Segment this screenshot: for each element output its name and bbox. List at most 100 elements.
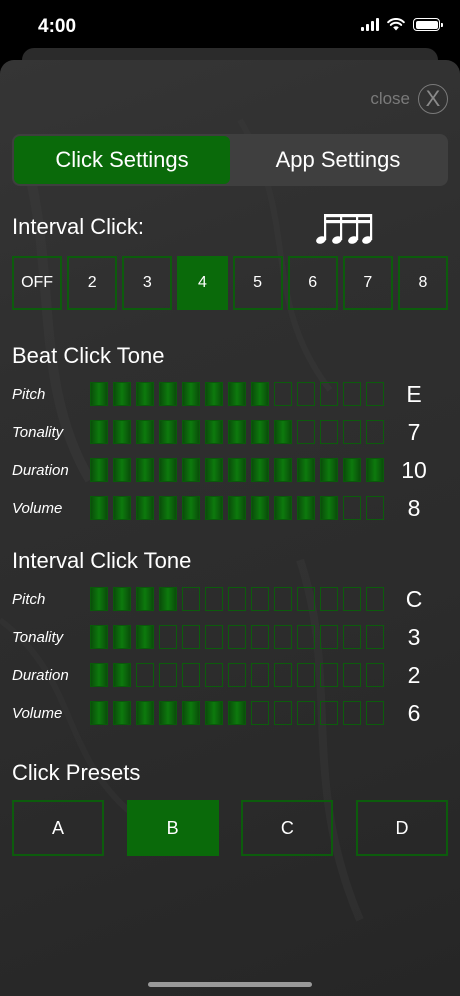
- level-segment[interactable]: [113, 382, 131, 406]
- pitch-slider[interactable]: [90, 382, 384, 406]
- level-segment[interactable]: [274, 701, 292, 725]
- pitch-slider[interactable]: [90, 587, 384, 611]
- preset-b-button[interactable]: B: [126, 800, 219, 856]
- level-segment[interactable]: [90, 701, 108, 725]
- level-segment[interactable]: [159, 663, 177, 687]
- duration-slider[interactable]: [90, 458, 384, 482]
- level-segment[interactable]: [320, 587, 338, 611]
- level-segment[interactable]: [251, 587, 269, 611]
- level-segment[interactable]: [320, 496, 338, 520]
- level-segment[interactable]: [113, 625, 131, 649]
- preset-a-button[interactable]: A: [12, 800, 104, 856]
- level-segment[interactable]: [90, 496, 108, 520]
- interval-option-4[interactable]: 4: [177, 256, 228, 310]
- level-segment[interactable]: [251, 458, 269, 482]
- level-segment[interactable]: [297, 458, 315, 482]
- level-segment[interactable]: [159, 701, 177, 725]
- level-segment[interactable]: [182, 458, 200, 482]
- level-segment[interactable]: [297, 420, 315, 444]
- level-segment[interactable]: [343, 420, 361, 444]
- level-segment[interactable]: [90, 663, 108, 687]
- level-segment[interactable]: [182, 420, 200, 444]
- level-segment[interactable]: [113, 458, 131, 482]
- level-segment[interactable]: [113, 496, 131, 520]
- level-segment[interactable]: [159, 458, 177, 482]
- interval-option-3[interactable]: 3: [122, 256, 173, 310]
- level-segment[interactable]: [90, 625, 108, 649]
- level-segment[interactable]: [366, 625, 384, 649]
- level-segment[interactable]: [113, 701, 131, 725]
- level-segment[interactable]: [366, 382, 384, 406]
- level-segment[interactable]: [366, 701, 384, 725]
- tab-app-settings[interactable]: App Settings: [230, 136, 446, 184]
- level-segment[interactable]: [136, 701, 154, 725]
- level-segment[interactable]: [297, 701, 315, 725]
- level-segment[interactable]: [205, 420, 223, 444]
- level-segment[interactable]: [182, 625, 200, 649]
- level-segment[interactable]: [205, 458, 223, 482]
- tonality-slider[interactable]: [90, 420, 384, 444]
- interval-option-off[interactable]: OFF: [12, 256, 63, 310]
- tab-click-settings[interactable]: Click Settings: [14, 136, 230, 184]
- level-segment[interactable]: [343, 701, 361, 725]
- level-segment[interactable]: [159, 420, 177, 444]
- level-segment[interactable]: [251, 420, 269, 444]
- level-segment[interactable]: [274, 382, 292, 406]
- level-segment[interactable]: [136, 496, 154, 520]
- level-segment[interactable]: [251, 382, 269, 406]
- preset-c-button[interactable]: C: [241, 800, 334, 856]
- level-segment[interactable]: [251, 663, 269, 687]
- level-segment[interactable]: [274, 663, 292, 687]
- level-segment[interactable]: [182, 382, 200, 406]
- level-segment[interactable]: [274, 587, 292, 611]
- level-segment[interactable]: [136, 625, 154, 649]
- level-segment[interactable]: [113, 420, 131, 444]
- level-segment[interactable]: [343, 382, 361, 406]
- level-segment[interactable]: [205, 587, 223, 611]
- level-segment[interactable]: [113, 587, 131, 611]
- level-segment[interactable]: [182, 496, 200, 520]
- level-segment[interactable]: [159, 587, 177, 611]
- level-segment[interactable]: [297, 625, 315, 649]
- level-segment[interactable]: [182, 663, 200, 687]
- interval-option-5[interactable]: 5: [232, 256, 283, 310]
- level-segment[interactable]: [366, 458, 384, 482]
- duration-slider[interactable]: [90, 663, 384, 687]
- level-segment[interactable]: [366, 496, 384, 520]
- level-segment[interactable]: [297, 382, 315, 406]
- level-segment[interactable]: [205, 663, 223, 687]
- level-segment[interactable]: [159, 382, 177, 406]
- level-segment[interactable]: [251, 701, 269, 725]
- interval-option-2[interactable]: 2: [67, 256, 118, 310]
- level-segment[interactable]: [136, 382, 154, 406]
- level-segment[interactable]: [136, 420, 154, 444]
- level-segment[interactable]: [228, 496, 246, 520]
- volume-slider[interactable]: [90, 496, 384, 520]
- level-segment[interactable]: [343, 587, 361, 611]
- level-segment[interactable]: [274, 420, 292, 444]
- level-segment[interactable]: [205, 625, 223, 649]
- level-segment[interactable]: [366, 420, 384, 444]
- close-icon[interactable]: X: [418, 84, 448, 114]
- interval-option-8[interactable]: 8: [397, 256, 448, 310]
- interval-option-7[interactable]: 7: [342, 256, 393, 310]
- level-segment[interactable]: [320, 458, 338, 482]
- close-label[interactable]: close: [370, 89, 410, 109]
- level-segment[interactable]: [136, 663, 154, 687]
- level-segment[interactable]: [228, 625, 246, 649]
- level-segment[interactable]: [366, 587, 384, 611]
- level-segment[interactable]: [297, 663, 315, 687]
- close-control[interactable]: close X: [370, 84, 448, 114]
- level-segment[interactable]: [251, 625, 269, 649]
- level-segment[interactable]: [90, 382, 108, 406]
- level-segment[interactable]: [297, 496, 315, 520]
- level-segment[interactable]: [228, 587, 246, 611]
- level-segment[interactable]: [343, 625, 361, 649]
- level-segment[interactable]: [90, 458, 108, 482]
- level-segment[interactable]: [159, 625, 177, 649]
- level-segment[interactable]: [320, 382, 338, 406]
- level-segment[interactable]: [90, 420, 108, 444]
- level-segment[interactable]: [274, 625, 292, 649]
- level-segment[interactable]: [274, 496, 292, 520]
- level-segment[interactable]: [182, 701, 200, 725]
